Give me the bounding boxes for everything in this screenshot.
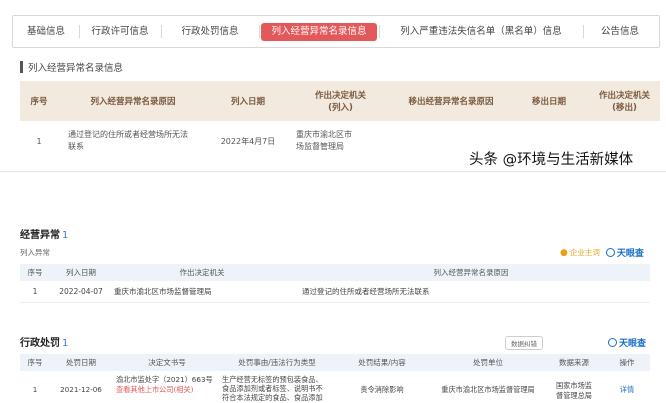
col-header-authority-in-l2: (列入) [328, 103, 353, 113]
col-header-date: 列入日期 [230, 97, 265, 107]
penalty-title: 行政处罚 1 [20, 334, 68, 349]
col-header-authority-out-l1: 作出决定机关 [598, 91, 650, 101]
cell-no: 1 [32, 385, 38, 394]
subscribe-link[interactable]: 企业主词 [570, 247, 600, 258]
section-title-text: 列入经营异常名录信息 [28, 63, 124, 74]
related-link[interactable]: 查看其他上市公司(相关) [116, 385, 222, 395]
cell-source-l1: 国家市场监 [556, 381, 592, 390]
col-header-authority-in-l1: 作出决定机关 [314, 91, 366, 101]
cell-reason-l3: 符合本法规定的食品、食品添加 [222, 393, 323, 402]
col-header-doc: 决定文书号 [148, 358, 186, 367]
table-header: 序号 处罚日期 决定文书号 处罚事由/违法行为类型 处罚结果/内容 处罚单位 数… [20, 354, 650, 371]
cell-reason-l2: 食品添加剂或者标签、说明书不 [222, 384, 323, 393]
tab-admin-penalty[interactable]: 行政处罚信息 [161, 15, 259, 48]
cell-authority-l2: 场监督管理局 [296, 142, 344, 151]
col-header-authority-out-l2: (移出) [612, 103, 637, 113]
col-header-remove-reason: 移出经营异常名录原因 [408, 97, 494, 107]
watermark: 头条 @环境与生活新媒体 [469, 152, 634, 168]
cell-unit: 重庆市渝北区市场监督管理局 [441, 385, 535, 394]
table-row: 1 2022-04-07 重庆市渝北区市场监督管理局 通过登记的住所或者经营场所… [20, 281, 650, 303]
tab-announcements[interactable]: 公告信息 [583, 15, 657, 48]
cell-date: 2022-04-07 [59, 287, 103, 296]
tianyancha-logo-icon [605, 248, 615, 257]
col-header-reason: 处罚事由/违法行为类型 [238, 358, 316, 367]
col-header-no: 序号 [27, 268, 43, 277]
col-header-no: 序号 [30, 97, 48, 107]
cell-reason-l1: 生产经营无标签的预包装食品、 [222, 375, 323, 384]
tab-abnormal-list-label: 列入经营异常名录信息 [261, 23, 377, 41]
bottom-panel: 经营异常 1 列入异常 ● 企业主词 天眼查 序号 列入日期 作出决定机关 列入经… [0, 214, 666, 403]
cell-authority: 重庆市渝北区市 场监督管理局 [288, 129, 393, 153]
col-header-authority-in: 作出决定机关 (列入) [288, 89, 393, 113]
cell-authority-l1: 重庆市渝北区市 [296, 130, 352, 139]
penalty-brand: 天眼查 [608, 336, 646, 349]
col-header-unit: 处罚单位 [473, 358, 503, 367]
penalty-title-text: 行政处罚 [20, 338, 60, 349]
abnormal-count: 1 [62, 230, 69, 241]
abnormal-brand: ● 企业主词 天眼查 [560, 246, 644, 260]
cell-reason-l2: 联系 [68, 142, 84, 151]
details-link[interactable]: 详情 [604, 375, 650, 395]
tab-abnormal-list[interactable]: 列入经营异常名录信息 [259, 15, 379, 48]
col-header-reason: 列入经营异常名录原因 [433, 268, 509, 277]
tab-basic-info[interactable]: 基础信息 [13, 15, 79, 48]
cell-no: 1 [32, 287, 38, 296]
table-header: 序号 列入经营异常名录原因 列入日期 作出决定机关 (列入) 移出经营异常名录原… [20, 81, 660, 121]
col-header-authority: 作出决定机关 [179, 268, 225, 277]
section-title: 列入经营异常名录信息 [20, 60, 123, 74]
cell-reason: 通过登记的住所或者经营场所无法联系 [302, 287, 430, 296]
cell-source: 国家市场监 督管理总局 [544, 375, 604, 401]
data-correction-button[interactable]: 数据纠错 [505, 336, 543, 350]
abnormal-subtitle: 列入异常 [20, 248, 50, 257]
penalty-table: 序号 处罚日期 决定文书号 处罚事由/违法行为类型 处罚结果/内容 处罚单位 数… [20, 354, 650, 403]
cell-date: 2021-12-06 [60, 385, 102, 394]
col-header-reason: 列入经营异常名录原因 [90, 97, 176, 107]
tianyancha-logo-icon [608, 338, 617, 347]
cell-result: 责令消除影响 [360, 385, 404, 394]
cell-reason: 通过登记的住所或者经营场所无法 联系 [58, 129, 208, 153]
col-header-remove-date: 移出日期 [531, 97, 566, 107]
col-header-authority-out: 作出决定机关 (移出) [589, 89, 660, 113]
col-header-date: 列入日期 [66, 268, 96, 277]
tab-bar: 基础信息 行政许可信息 行政处罚信息 列入经营异常名录信息 列入严重违法失信名单… [12, 15, 660, 48]
cell-doc-number: 渝北市监处字（2021）663号 [116, 375, 213, 384]
cell-reason-l1: 通过登记的住所或者经营场所无法 [68, 130, 188, 139]
tianyancha-logo-text: 天眼查 [619, 339, 647, 349]
cell-reason: 生产经营无标签的预包装食品、 食品添加剂或者标签、说明书不 符合本法规定的食品、… [222, 375, 332, 402]
col-header-action: 操作 [619, 358, 635, 367]
col-header-date: 处罚日期 [66, 358, 96, 367]
abnormal-table-b: 序号 列入日期 作出决定机关 列入经营异常名录原因 1 2022-04-07 重… [20, 264, 650, 303]
cell-authority: 重庆市渝北区市场监督管理局 [114, 287, 212, 296]
top-panel: 基础信息 行政许可信息 行政处罚信息 列入经营异常名录信息 列入严重违法失信名单… [0, 0, 666, 172]
col-header-result: 处罚结果/内容 [358, 358, 406, 367]
tab-admin-license[interactable]: 行政许可信息 [79, 15, 161, 48]
section-marker [20, 61, 23, 73]
col-header-source: 数据来源 [559, 358, 589, 367]
cell-date: 2022年4月7日 [220, 136, 276, 146]
cell-doc: 渝北市监处字（2021）663号 查看其他上市公司(相关) [112, 375, 222, 395]
penalty-count: 1 [62, 338, 69, 349]
abnormal-title: 经营异常 1 [20, 226, 68, 241]
table-header: 序号 列入日期 作出决定机关 列入经营异常名录原因 [20, 264, 650, 281]
bell-icon: ● [560, 247, 568, 258]
col-header-no: 序号 [27, 358, 43, 367]
tab-blacklist[interactable]: 列入严重违法失信名单（黑名单）信息 [379, 15, 583, 48]
abnormal-title-text: 经营异常 [20, 230, 60, 241]
table-row: 1 2021-12-06 渝北市监处字（2021）663号 查看其他上市公司(相… [20, 371, 650, 403]
cell-source-l2: 督管理总局 [556, 391, 592, 400]
tianyancha-logo-text: 天眼查 [616, 249, 644, 259]
cell-no: 1 [36, 136, 42, 146]
